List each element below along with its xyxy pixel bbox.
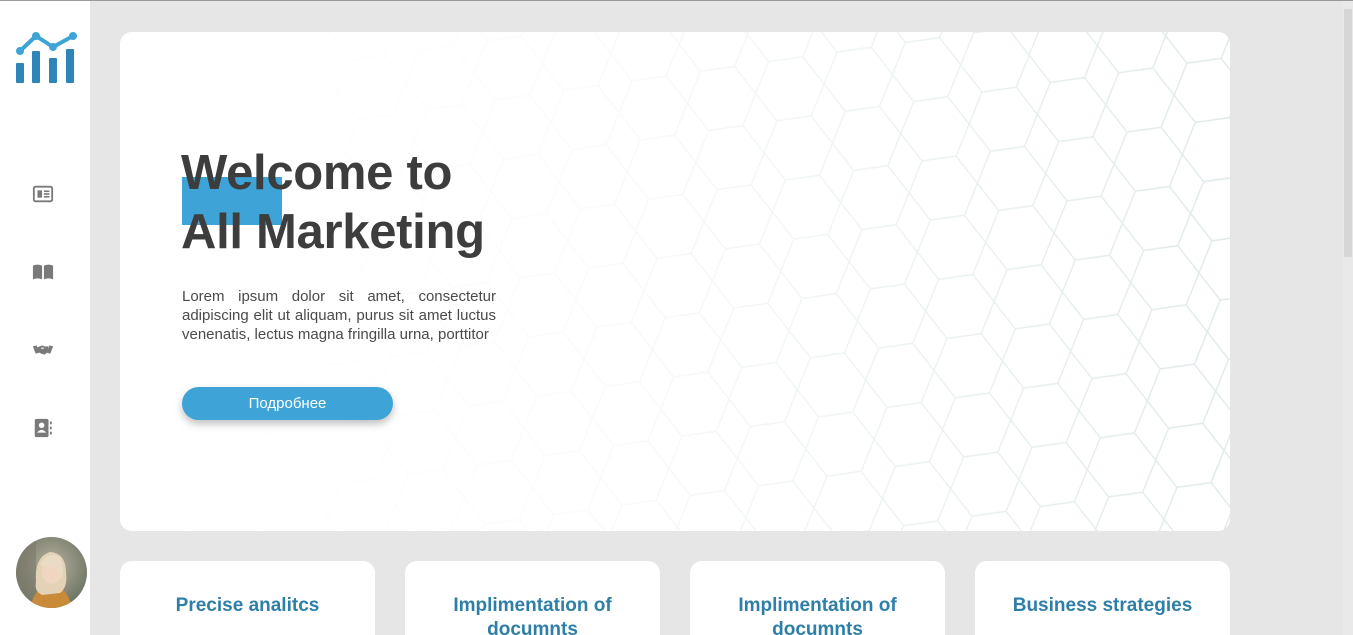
feature-card-documents-1[interactable]: Implimentation of documnts — [405, 561, 660, 635]
scrollbar-thumb[interactable] — [1344, 9, 1352, 257]
card-title: Implimentation of documnts — [453, 595, 612, 635]
hero-title-line-1: Welcome to — [181, 146, 453, 200]
hero-description: Lorem ipsum dolor sit amet, consectetur … — [182, 288, 496, 343]
nav-library[interactable] — [26, 255, 60, 289]
card-title: Precise analitcs — [175, 595, 320, 616]
handshake-icon — [32, 345, 54, 355]
card-title: Business strategies — [1012, 595, 1193, 616]
feature-card-analytics[interactable]: Precise analitcs — [120, 561, 375, 635]
page-scrollbar[interactable] — [1343, 1, 1353, 635]
user-avatar[interactable] — [16, 537, 87, 608]
nav-news[interactable] — [26, 177, 60, 211]
hero-title: Welcome to All Marketing — [181, 144, 601, 262]
hero-title-line-2: All Marketing — [181, 205, 485, 259]
nav-contacts[interactable] — [26, 411, 60, 445]
more-details-button[interactable]: Подробнее — [182, 387, 393, 420]
newspaper-icon — [32, 185, 54, 203]
feature-card-strategies[interactable]: Business strategies — [975, 561, 1230, 635]
hexagon-pattern-background — [120, 32, 1230, 531]
card-title: Implimentation of documnts — [738, 595, 897, 635]
contact-book-icon — [34, 418, 52, 438]
logo-chart-icon[interactable] — [14, 31, 80, 85]
sidebar — [0, 1, 90, 635]
hero-banner: Welcome to All Marketing Lorem ipsum dol… — [120, 32, 1230, 531]
nav-partners[interactable] — [26, 333, 60, 367]
open-book-icon — [32, 264, 54, 280]
feature-card-documents-2[interactable]: Implimentation of documnts — [690, 561, 945, 635]
